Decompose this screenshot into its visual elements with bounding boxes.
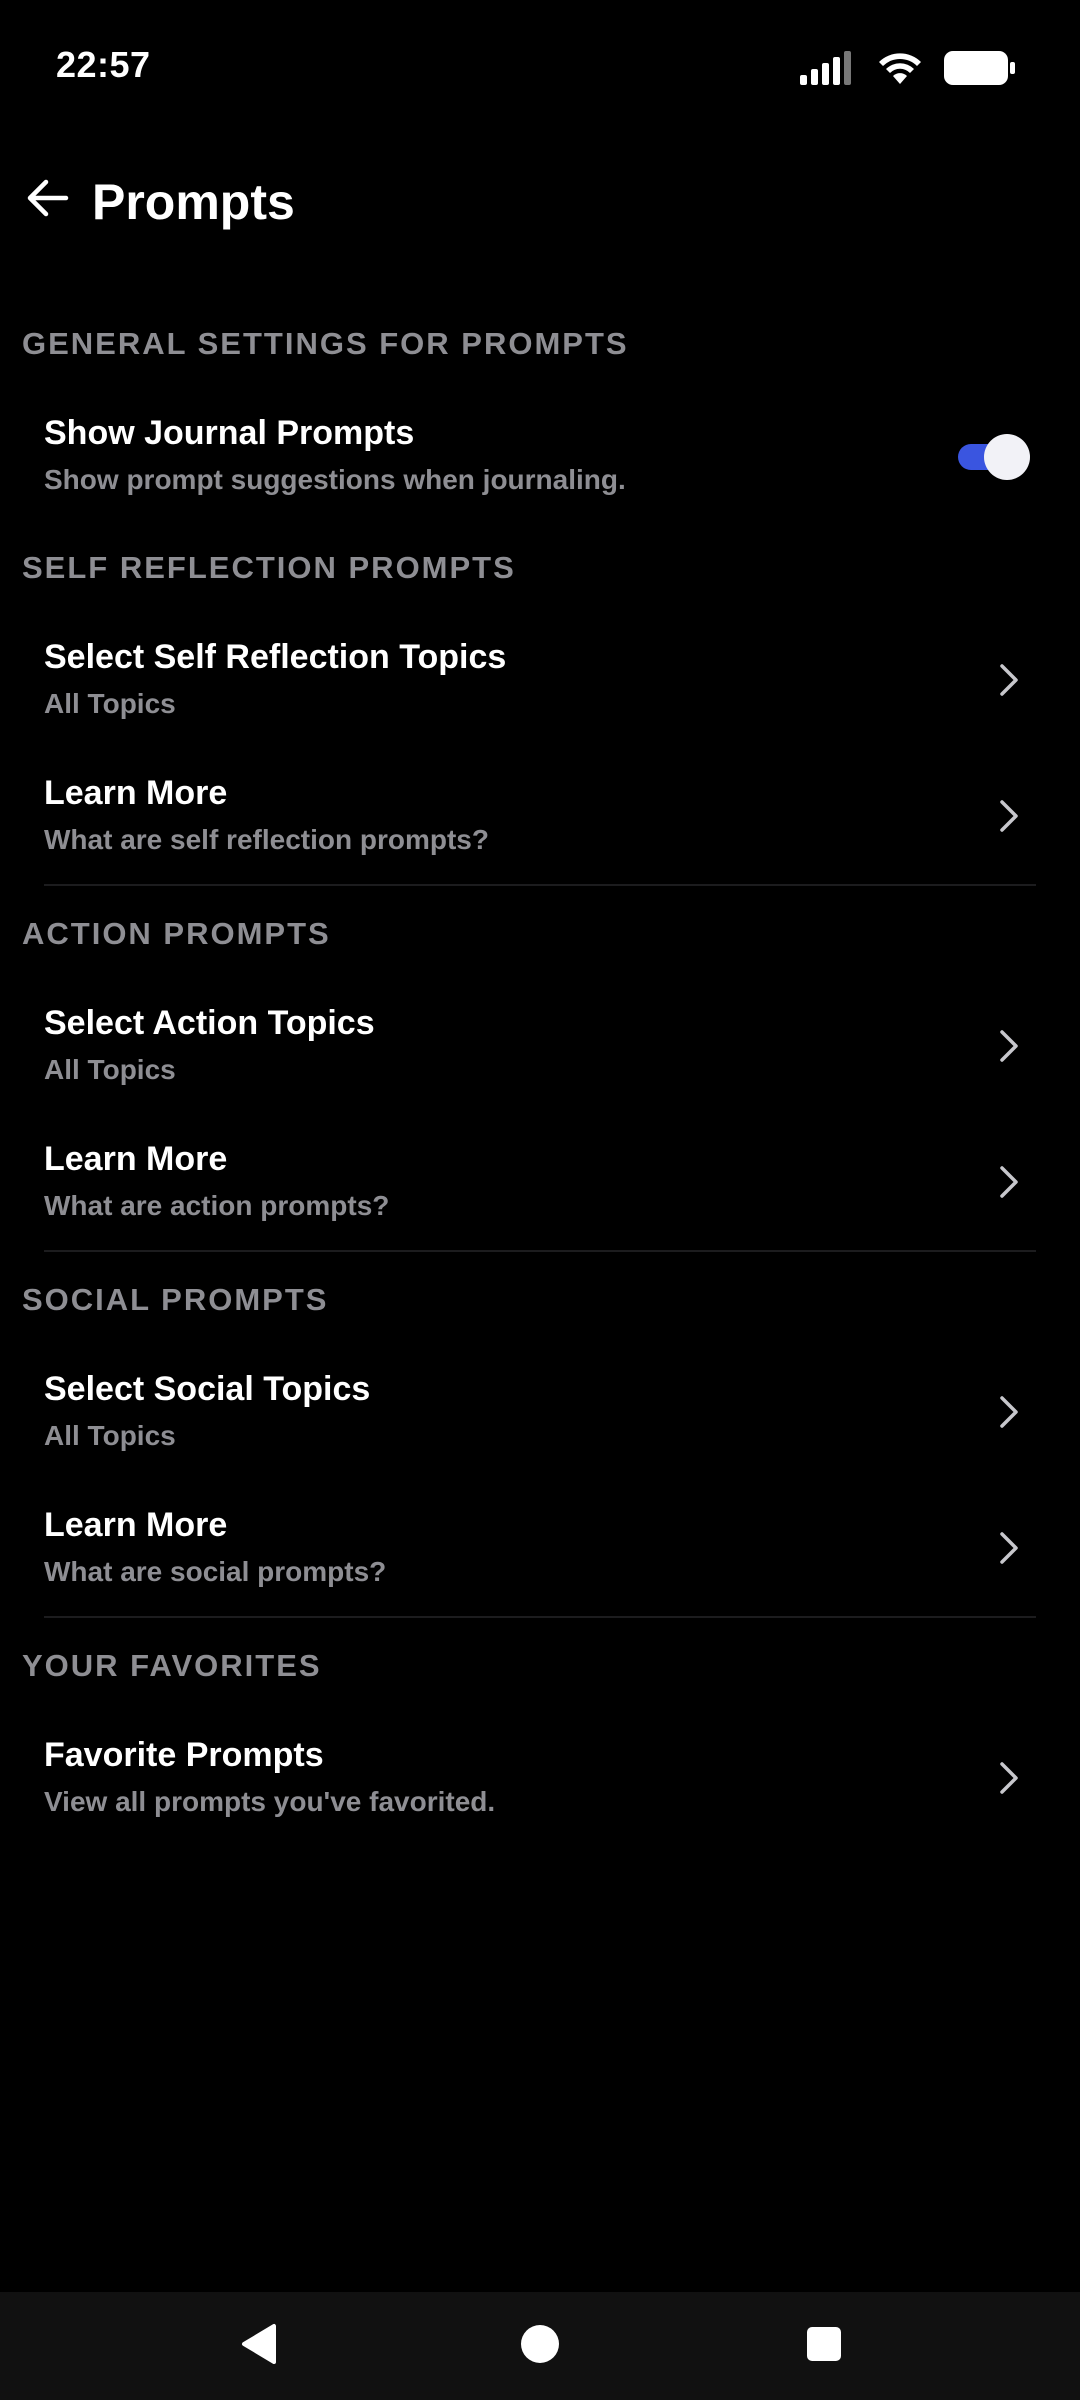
row-title: Learn More [44, 1506, 228, 1544]
select-action-topics-row[interactable]: Select Action Topics All Topics [44, 978, 1036, 1114]
page-title: Prompts [92, 174, 295, 230]
row-title: Learn More [44, 1140, 228, 1178]
show-journal-prompts-row[interactable]: Show Journal Prompts Show prompt suggest… [44, 388, 1036, 524]
app-bar: Prompts [0, 160, 1080, 250]
settings-list: GENERAL SETTINGS FOR PROMPTS Show Journa… [0, 300, 1080, 1846]
wifi-icon [878, 50, 922, 86]
chevron-right-icon [990, 1760, 1026, 1796]
show-journal-prompts-toggle[interactable] [958, 432, 1030, 480]
section-header-general: GENERAL SETTINGS FOR PROMPTS [22, 326, 629, 361]
nav-recents-icon [806, 2326, 842, 2367]
status-icons [800, 48, 1016, 88]
favorite-prompts-row[interactable]: Favorite Prompts View all prompts you've… [44, 1710, 1036, 1846]
select-self-reflection-topics-row[interactable]: Select Self Reflection Topics All Topics [44, 612, 1036, 748]
row-title: Select Action Topics [44, 1004, 375, 1042]
chevron-right-icon [990, 1028, 1026, 1064]
row-subtitle: All Topics [44, 1054, 176, 1085]
nav-back-icon [238, 2322, 278, 2371]
select-social-topics-row[interactable]: Select Social Topics All Topics [44, 1344, 1036, 1480]
nav-home-button[interactable] [512, 2318, 568, 2374]
section-divider [44, 1250, 1036, 1252]
chevron-right-icon [990, 798, 1026, 834]
system-nav-bar [0, 2292, 1080, 2400]
signal-icon [800, 51, 856, 85]
section-header-self-reflection: SELF REFLECTION PROMPTS [22, 550, 516, 585]
nav-recents-button[interactable] [796, 2318, 852, 2374]
row-subtitle: All Topics [44, 688, 176, 719]
row-title: Show Journal Prompts [44, 414, 415, 452]
row-subtitle: What are action prompts? [44, 1190, 390, 1221]
row-title: Learn More [44, 774, 228, 812]
row-title: Select Social Topics [44, 1370, 371, 1408]
section-header-action: ACTION PROMPTS [22, 916, 331, 951]
row-subtitle: What are self reflection prompts? [44, 824, 489, 855]
nav-home-icon [520, 2324, 560, 2369]
nav-back-button[interactable] [230, 2318, 286, 2374]
section-divider [44, 884, 1036, 886]
section-header-favorites: YOUR FAVORITES [22, 1648, 322, 1683]
chevron-right-icon [990, 1394, 1026, 1430]
row-subtitle: What are social prompts? [44, 1556, 387, 1587]
learn-more-self-reflection-row[interactable]: Learn More What are self reflection prom… [44, 748, 1036, 884]
status-bar: 22:57 [0, 0, 1080, 130]
row-subtitle: Show prompt suggestions when journaling. [44, 464, 626, 495]
back-button[interactable] [18, 170, 78, 230]
section-divider [44, 1616, 1036, 1618]
row-title: Favorite Prompts [44, 1736, 324, 1774]
chevron-right-icon [990, 1164, 1026, 1200]
battery-icon [944, 50, 1016, 86]
arrow-left-icon [26, 176, 70, 225]
row-title: Select Self Reflection Topics [44, 638, 507, 676]
chevron-right-icon [990, 1530, 1026, 1566]
toggle-thumb [984, 434, 1030, 480]
row-subtitle: View all prompts you've favorited. [44, 1786, 496, 1817]
section-header-social: SOCIAL PROMPTS [22, 1282, 329, 1317]
row-subtitle: All Topics [44, 1420, 176, 1451]
status-time: 22:57 [56, 44, 151, 85]
chevron-right-icon [990, 662, 1026, 698]
learn-more-social-row[interactable]: Learn More What are social prompts? [44, 1480, 1036, 1616]
learn-more-action-row[interactable]: Learn More What are action prompts? [44, 1114, 1036, 1250]
